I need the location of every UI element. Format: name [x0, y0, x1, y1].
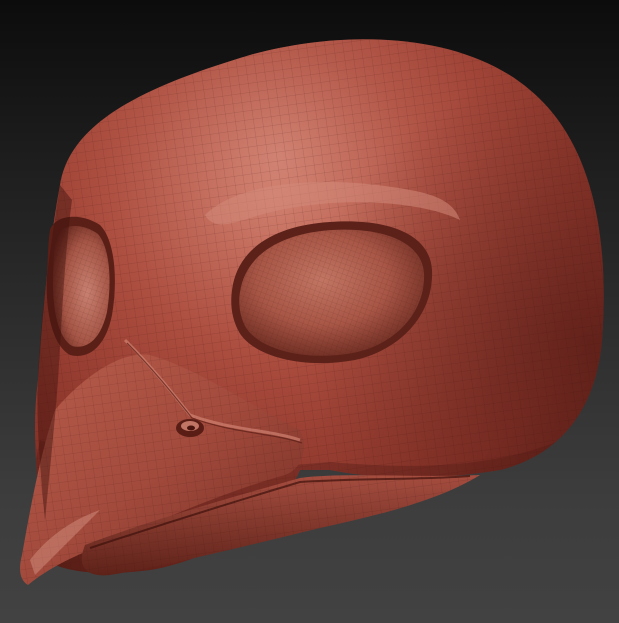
nostril[interactable] [176, 419, 204, 437]
bird-mask-model[interactable] [0, 0, 619, 623]
zbrush-viewport-canvas[interactable] [0, 0, 619, 623]
